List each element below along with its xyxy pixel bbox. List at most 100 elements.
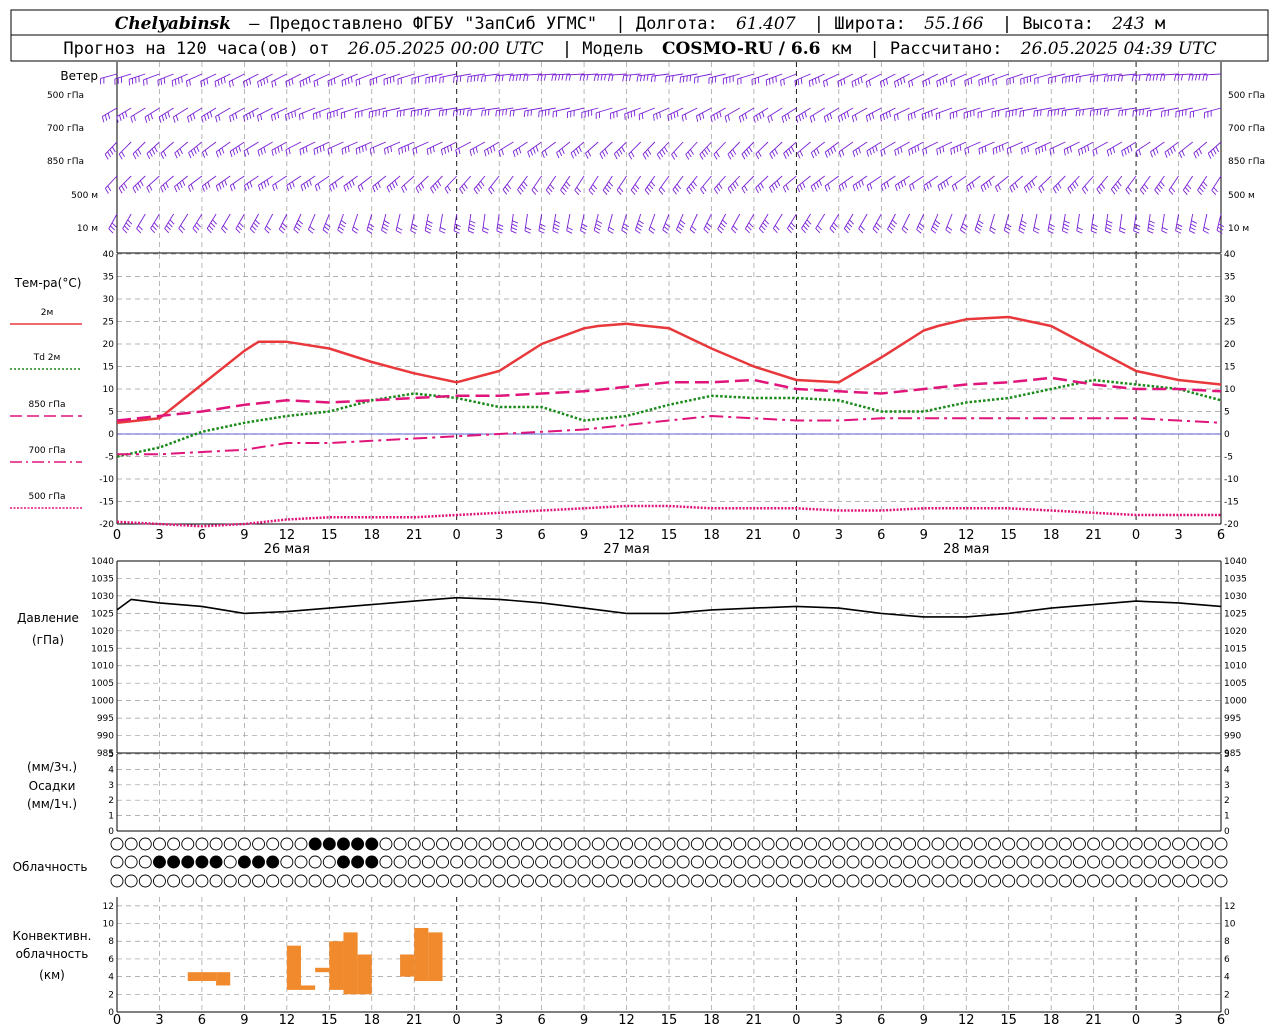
x-tick-label: 9	[240, 1013, 248, 1024]
cloud-cover-symbol	[1186, 837, 1200, 851]
cloud-cover-symbol	[563, 855, 577, 869]
panel-labels: Ветер 500 гПа 700 гПа 850 гПа 500 м 10 м…	[13, 69, 1266, 982]
wind-barb	[865, 73, 882, 88]
wind-barb	[512, 141, 528, 158]
wind-barb	[797, 141, 811, 159]
cloud-cover-symbol	[1115, 855, 1129, 869]
wind-barb	[795, 107, 811, 123]
wind-level-10m-right: 10 м	[1228, 224, 1249, 234]
wind-barb	[894, 175, 910, 192]
wind-barb	[893, 107, 910, 122]
wind-barb	[964, 141, 981, 155]
wind-barb	[313, 141, 330, 156]
wind-barb	[143, 73, 160, 86]
cloud-cover-symbol	[620, 855, 633, 869]
wind-barb	[1023, 175, 1038, 193]
cloud-cover-symbol	[506, 837, 520, 851]
cloud-cover-symbol	[365, 855, 379, 869]
wind-barb	[221, 213, 231, 234]
cloud-cover-symbol	[1143, 837, 1157, 851]
precip-unit-bottom: (мм/1ч.)	[27, 797, 77, 811]
y-tick-label-right: 4	[1224, 765, 1230, 775]
wind-barb	[644, 175, 656, 195]
wind-barb	[566, 213, 573, 234]
wind-level-700hpa-right: 700 гПа	[1228, 124, 1265, 134]
x-tick-label: 9	[580, 1013, 588, 1024]
wind-barb	[672, 175, 684, 195]
cloud-cover-symbol	[492, 874, 506, 888]
wind-barb	[964, 73, 981, 87]
cloud-cover-symbol	[407, 874, 421, 888]
cloud-cover-symbol	[322, 874, 336, 888]
cloud-cover-symbol	[591, 855, 605, 869]
wind-barb	[398, 141, 415, 155]
cloud-cover-symbol	[167, 837, 181, 851]
y-tick-label: 8	[108, 937, 114, 947]
y-tick-label-right: 5	[1224, 408, 1230, 418]
wind-barb	[243, 175, 259, 192]
x-tick-label: 15	[661, 1013, 678, 1024]
cloud-cover-symbol	[1115, 874, 1129, 888]
y-tick-label: 3	[108, 781, 114, 791]
altitude-label: | Высота:	[1002, 14, 1094, 34]
cloud-cover-symbol	[903, 855, 917, 869]
wind-barb	[772, 213, 783, 234]
wind-barb	[794, 73, 811, 87]
cloud-cover-symbol	[1030, 874, 1044, 888]
cloud-cover-symbol	[676, 837, 690, 851]
x-tick-label: 15	[1000, 1013, 1017, 1024]
cloud-cover-symbol	[506, 855, 520, 869]
cloud-cover-symbol	[280, 837, 294, 851]
cloud-cover-symbol	[634, 874, 648, 888]
cloud-cover-symbol	[1129, 855, 1143, 869]
wind-barb	[824, 141, 840, 158]
wind-barb	[257, 141, 273, 157]
cloud-cover-symbol	[988, 874, 1001, 888]
wind-barb	[980, 175, 995, 193]
cloud-cover-symbol	[138, 855, 152, 869]
cloud-cover-symbol	[605, 874, 619, 888]
wind-barb	[607, 213, 615, 234]
cloud-cover-symbol	[153, 855, 166, 869]
cloud-cover-symbol	[1087, 837, 1101, 851]
cloud-cover-symbol	[110, 874, 124, 888]
cloud-cover-symbol	[889, 855, 902, 869]
wind-barb	[215, 107, 231, 123]
cloud-cover-symbol	[549, 874, 563, 888]
wind-barb	[285, 73, 302, 88]
wind-barb	[1003, 213, 1012, 234]
cloud-cover-symbol	[1044, 874, 1058, 888]
wind-barb	[484, 141, 500, 157]
cloud-cover-symbol	[322, 837, 336, 851]
x-tick-label: 18	[703, 528, 720, 543]
x-tick-label: 12	[958, 528, 975, 543]
cloud-cover-symbol	[181, 874, 195, 888]
cloud-cover-symbol	[450, 855, 464, 869]
wind-barb	[146, 141, 160, 160]
wind-barb	[992, 141, 1009, 155]
wind-barb	[951, 175, 967, 192]
wind-barb	[415, 175, 429, 194]
wind-barb	[174, 175, 189, 193]
x-tick-label: 9	[240, 528, 248, 543]
forecast-label: Прогноз на 120 часа(ов) от	[63, 39, 329, 59]
cloud-cover-symbol	[705, 874, 718, 888]
cloud-cover-symbol	[1186, 874, 1200, 888]
cloud-cover-symbol	[393, 874, 407, 888]
wind-barb	[1139, 175, 1151, 195]
wind-barb	[1076, 213, 1083, 234]
cloud-cover-symbol	[662, 837, 676, 851]
wind-barb	[741, 141, 755, 160]
y-tick-label-right: 1000	[1224, 697, 1247, 707]
wind-barb	[118, 141, 132, 160]
y-tick-label-right: 1025	[1224, 609, 1247, 619]
cloud-cover-symbol	[1087, 874, 1101, 888]
wind-barb	[901, 213, 911, 234]
y-tick-label: 20	[103, 340, 115, 350]
wind-barb	[164, 213, 175, 234]
cloud-cover-symbol	[1214, 837, 1228, 851]
x-tick-label: 3	[835, 528, 843, 543]
cloud-cover-symbol	[464, 874, 478, 888]
x-tick-label: 6	[198, 528, 206, 543]
wind-barb	[215, 175, 231, 192]
